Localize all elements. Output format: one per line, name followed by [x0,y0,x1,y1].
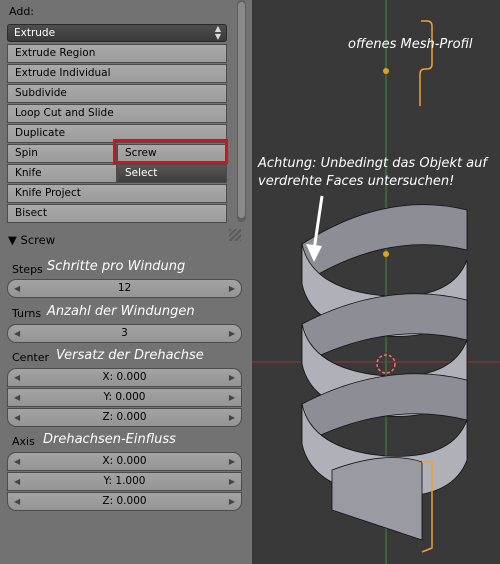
loop-cut-button[interactable]: Loop Cut and Slide [7,104,227,123]
axis-y-field[interactable]: ◀ Y: 1.000 ▶ [7,472,242,491]
knife-button[interactable]: Knife [7,164,117,183]
viewport-scene[interactable] [252,0,500,564]
center-annotation: Versatz der Drehachse [56,348,204,363]
turns-label: Turns [12,307,42,320]
steps-field[interactable]: ◀ 12 ▶ [7,279,242,298]
warning-line-1: Achtung: Unbedingt das Objekt auf [258,156,487,171]
increment-arrow-icon[interactable]: ▶ [229,473,235,490]
center-y-value: Y: 0.000 [103,391,146,403]
axis-x-value: X: 0.000 [102,455,147,467]
scrollbar-thumb[interactable] [238,2,245,218]
decrement-arrow-icon[interactable]: ◀ [14,453,20,470]
turns-value: 3 [121,327,128,339]
increment-arrow-icon[interactable]: ▶ [229,389,235,406]
steps-annotation: Schritte pro Windung [47,259,186,274]
increment-arrow-icon[interactable]: ▶ [229,409,235,426]
decrement-arrow-icon[interactable]: ◀ [14,409,20,426]
object-origin-dot [383,251,389,257]
extrude-individual-button[interactable]: Extrude Individual [7,64,227,83]
axis-x-field[interactable]: ◀ X: 0.000 ▶ [7,452,242,471]
decrement-arrow-icon[interactable]: ◀ [14,493,20,510]
add-label: Add: [9,5,35,18]
increment-arrow-icon[interactable]: ▶ [229,325,235,342]
center-z-value: Z: 0.000 [102,411,147,423]
center-x-value: X: 0.000 [102,371,147,383]
decrement-arrow-icon[interactable]: ◀ [14,280,20,297]
3d-viewport[interactable]: offenes Mesh-Profil Achtung: Unbedingt d… [252,0,500,564]
knife-project-button[interactable]: Knife Project [7,184,227,203]
axis-z-field[interactable]: ◀ Z: 0.000 ▶ [7,492,242,511]
dropdown-arrows-icon: ▲ ▼ [214,24,221,41]
increment-arrow-icon[interactable]: ▶ [229,369,235,386]
resize-grip-icon [229,229,241,241]
turns-annotation: Anzahl der Windungen [47,304,195,319]
warning-line-2: verdrehte Faces untersuchen! [258,174,455,189]
center-z-field[interactable]: ◀ Z: 0.000 ▶ [7,408,242,427]
axis-label: Axis [12,435,35,448]
center-label: Center [12,351,50,364]
extrude-dropdown[interactable]: Extrude ▲ ▼ [7,24,227,42]
center-y-field[interactable]: ◀ Y: 0.000 ▶ [7,388,242,407]
steps-label: Steps [12,263,43,276]
subdivide-button[interactable]: Subdivide [7,84,227,103]
turns-field[interactable]: ◀ 3 ▶ [7,324,242,343]
section-header[interactable]: ▼ Screw [8,233,55,247]
increment-arrow-icon[interactable]: ▶ [229,493,235,510]
steps-value: 12 [117,282,132,294]
section-title: Screw [20,233,56,247]
screw-highlight-box [113,139,228,164]
select-button[interactable]: Select [117,164,227,183]
axis-annotation: Drehachsen-Einfluss [43,432,176,447]
axis-z-value: Z: 0.000 [102,495,147,507]
mesh-profile-curve [419,20,433,106]
tool-panel: Add: Extrude ▲ ▼ Extrude Region Extrude I… [0,0,252,564]
axis-y-value: Y: 1.000 [103,475,146,487]
decrement-arrow-icon[interactable]: ◀ [14,473,20,490]
decrement-arrow-icon[interactable]: ◀ [14,369,20,386]
center-x-field[interactable]: ◀ X: 0.000 ▶ [7,368,242,387]
bisect-button[interactable]: Bisect [7,204,227,223]
decrement-arrow-icon[interactable]: ◀ [14,389,20,406]
profile-annotation: offenes Mesh-Profil [348,37,473,52]
panel-scrollbar[interactable] [237,0,246,222]
collapse-triangle-icon: ▼ [8,233,17,247]
profile-origin-dot [383,68,389,74]
dropdown-value: Extrude [14,27,56,39]
decrement-arrow-icon[interactable]: ◀ [14,325,20,342]
spin-button[interactable]: Spin [7,144,117,163]
extrude-region-button[interactable]: Extrude Region [7,44,227,63]
increment-arrow-icon[interactable]: ▶ [229,453,235,470]
increment-arrow-icon[interactable]: ▶ [229,280,235,297]
